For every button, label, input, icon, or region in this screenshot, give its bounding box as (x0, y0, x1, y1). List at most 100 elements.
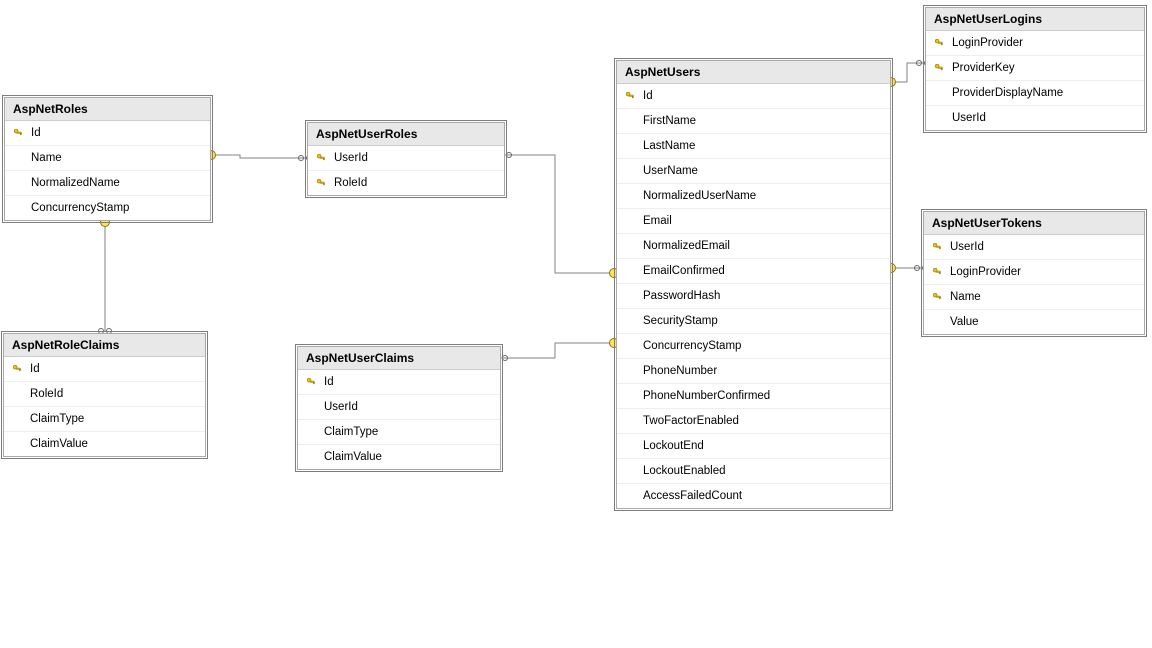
column-name: PasswordHash (643, 290, 884, 302)
table-column[interactable]: LockoutEnd (617, 434, 890, 459)
table-column[interactable]: UserId (926, 106, 1144, 130)
table-column[interactable]: TwoFactorEnabled (617, 409, 890, 434)
table-column[interactable]: LoginProvider (924, 260, 1144, 285)
key-cell (11, 128, 25, 138)
column-name: UserId (950, 241, 1138, 253)
table-column[interactable]: RoleId (4, 382, 205, 407)
table-column[interactable]: FirstName (617, 109, 890, 134)
table-header[interactable]: AspNetUserClaims (298, 347, 500, 370)
table-column[interactable]: AccessFailedCount (617, 484, 890, 508)
table-column[interactable]: NormalizedName (5, 171, 210, 196)
table-column[interactable]: Name (5, 146, 210, 171)
table-header[interactable]: AspNetUserTokens (924, 212, 1144, 235)
table-header[interactable]: AspNetRoles (5, 98, 210, 121)
column-name: UserId (334, 152, 498, 164)
column-name: FirstName (643, 115, 884, 127)
table-aspNetUsers[interactable]: AspNetUsers Id FirstName LastName UserName No… (616, 60, 891, 509)
table-column[interactable]: EmailConfirmed (617, 259, 890, 284)
column-name: ProviderKey (952, 62, 1138, 74)
table-column[interactable]: ClaimValue (4, 432, 205, 456)
column-name: SecurityStamp (643, 315, 884, 327)
table-column[interactable]: ConcurrencyStamp (5, 196, 210, 220)
table-column[interactable]: ProviderKey (926, 56, 1144, 81)
column-name: Id (30, 363, 199, 375)
column-name: LoginProvider (952, 37, 1138, 49)
table-column[interactable]: NormalizedUserName (617, 184, 890, 209)
column-name: PhoneNumber (643, 365, 884, 377)
table-aspNetUserTokens[interactable]: AspNetUserTokens UserId LoginProvider Name V… (923, 211, 1145, 335)
table-aspNetUserLogins[interactable]: AspNetUserLogins LoginProvider ProviderKey… (925, 7, 1145, 131)
table-column[interactable]: ConcurrencyStamp (617, 334, 890, 359)
table-column[interactable]: ClaimValue (298, 445, 500, 469)
table-column[interactable]: PhoneNumberConfirmed (617, 384, 890, 409)
column-name: RoleId (334, 177, 498, 189)
table-column[interactable]: Id (5, 121, 210, 146)
relationship-line[interactable] (211, 155, 305, 158)
table-column[interactable]: ProviderDisplayName (926, 81, 1144, 106)
column-name: LockoutEnabled (643, 465, 884, 477)
primary-key-icon (932, 267, 942, 277)
column-name: EmailConfirmed (643, 265, 884, 277)
column-name: PhoneNumberConfirmed (643, 390, 884, 402)
key-cell (314, 153, 328, 163)
table-column[interactable]: ClaimType (298, 420, 500, 445)
column-name: AccessFailedCount (643, 490, 884, 502)
column-name: Id (31, 127, 204, 139)
key-cell (930, 242, 944, 252)
key-cell (314, 178, 328, 188)
table-column[interactable]: ClaimType (4, 407, 205, 432)
column-name: Id (643, 90, 884, 102)
primary-key-icon (932, 292, 942, 302)
column-name: ConcurrencyStamp (643, 340, 884, 352)
column-name: ClaimValue (30, 438, 199, 450)
table-column[interactable]: LastName (617, 134, 890, 159)
table-column[interactable]: RoleId (308, 171, 504, 195)
column-name: TwoFactorEnabled (643, 415, 884, 427)
table-aspNetUserClaims[interactable]: AspNetUserClaimsId UserId ClaimType ClaimVa… (297, 346, 501, 470)
primary-key-icon (316, 153, 326, 163)
table-header[interactable]: AspNetUsers (617, 61, 890, 84)
table-column[interactable]: Id (4, 357, 205, 382)
relationship-line[interactable] (501, 343, 614, 358)
table-column[interactable]: Id (298, 370, 500, 395)
table-column[interactable]: UserId (924, 235, 1144, 260)
relationship-line[interactable] (891, 63, 923, 82)
table-column[interactable]: Name (924, 285, 1144, 310)
table-column[interactable]: Email (617, 209, 890, 234)
column-name: LockoutEnd (643, 440, 884, 452)
primary-key-icon (12, 364, 22, 374)
table-column[interactable]: PasswordHash (617, 284, 890, 309)
table-column[interactable]: LoginProvider (926, 31, 1144, 56)
table-column[interactable]: UserName (617, 159, 890, 184)
table-column[interactable]: Id (617, 84, 890, 109)
primary-key-icon (306, 377, 316, 387)
primary-key-icon (934, 38, 944, 48)
table-header[interactable]: AspNetUserRoles (308, 123, 504, 146)
relationship-line[interactable] (505, 155, 614, 273)
key-cell (932, 38, 946, 48)
column-name: ClaimType (30, 413, 199, 425)
table-column[interactable]: NormalizedEmail (617, 234, 890, 259)
column-name: Name (31, 152, 204, 164)
primary-key-icon (932, 242, 942, 252)
column-name: LoginProvider (950, 266, 1138, 278)
table-column[interactable]: LockoutEnabled (617, 459, 890, 484)
column-name: NormalizedEmail (643, 240, 884, 252)
table-aspNetRoles[interactable]: AspNetRoles Id Name NormalizedName Concurren… (4, 97, 211, 221)
table-column[interactable]: Value (924, 310, 1144, 334)
table-header[interactable]: AspNetUserLogins (926, 8, 1144, 31)
table-column[interactable]: UserId (298, 395, 500, 420)
column-name: UserName (643, 165, 884, 177)
table-aspNetRoleClaims[interactable]: AspNetRoleClaims Id RoleId ClaimType ClaimVa… (3, 333, 206, 457)
table-header[interactable]: AspNetRoleClaims (4, 334, 205, 357)
column-name: UserId (324, 401, 494, 413)
column-name: LastName (643, 140, 884, 152)
column-name: ClaimType (324, 426, 494, 438)
primary-key-icon (13, 128, 23, 138)
table-aspNetUserRoles[interactable]: AspNetUserRoles UserId RoleId (307, 122, 505, 196)
table-column[interactable]: PhoneNumber (617, 359, 890, 384)
column-name: NormalizedName (31, 177, 204, 189)
table-column[interactable]: SecurityStamp (617, 309, 890, 334)
table-column[interactable]: UserId (308, 146, 504, 171)
column-name: Name (950, 291, 1138, 303)
